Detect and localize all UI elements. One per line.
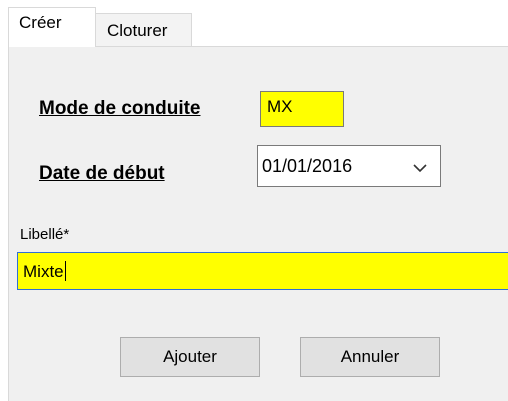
date-value: 01/01/2016	[262, 156, 353, 176]
add-button[interactable]: Ajouter	[120, 337, 260, 377]
chevron-down-icon[interactable]	[412, 158, 428, 179]
mode-label: Mode de conduite	[39, 98, 201, 119]
date-label: Date de début	[39, 163, 165, 184]
libelle-label: Libellé*	[20, 226, 70, 243]
date-picker[interactable]: 01/01/2016	[257, 145, 441, 187]
form-window: Créer Cloturer Mode de conduite MX Date …	[0, 0, 508, 401]
text-caret	[64, 261, 66, 281]
tab-cloturer[interactable]: Cloturer	[96, 13, 192, 47]
mode-field[interactable]: MX	[260, 91, 344, 127]
cancel-button[interactable]: Annuler	[300, 337, 440, 377]
tab-creer[interactable]: Créer	[8, 7, 96, 47]
libelle-field[interactable]: Mixte	[17, 252, 508, 290]
tab-strip: Créer Cloturer	[0, 0, 508, 47]
libelle-value: Mixte	[23, 262, 64, 281]
